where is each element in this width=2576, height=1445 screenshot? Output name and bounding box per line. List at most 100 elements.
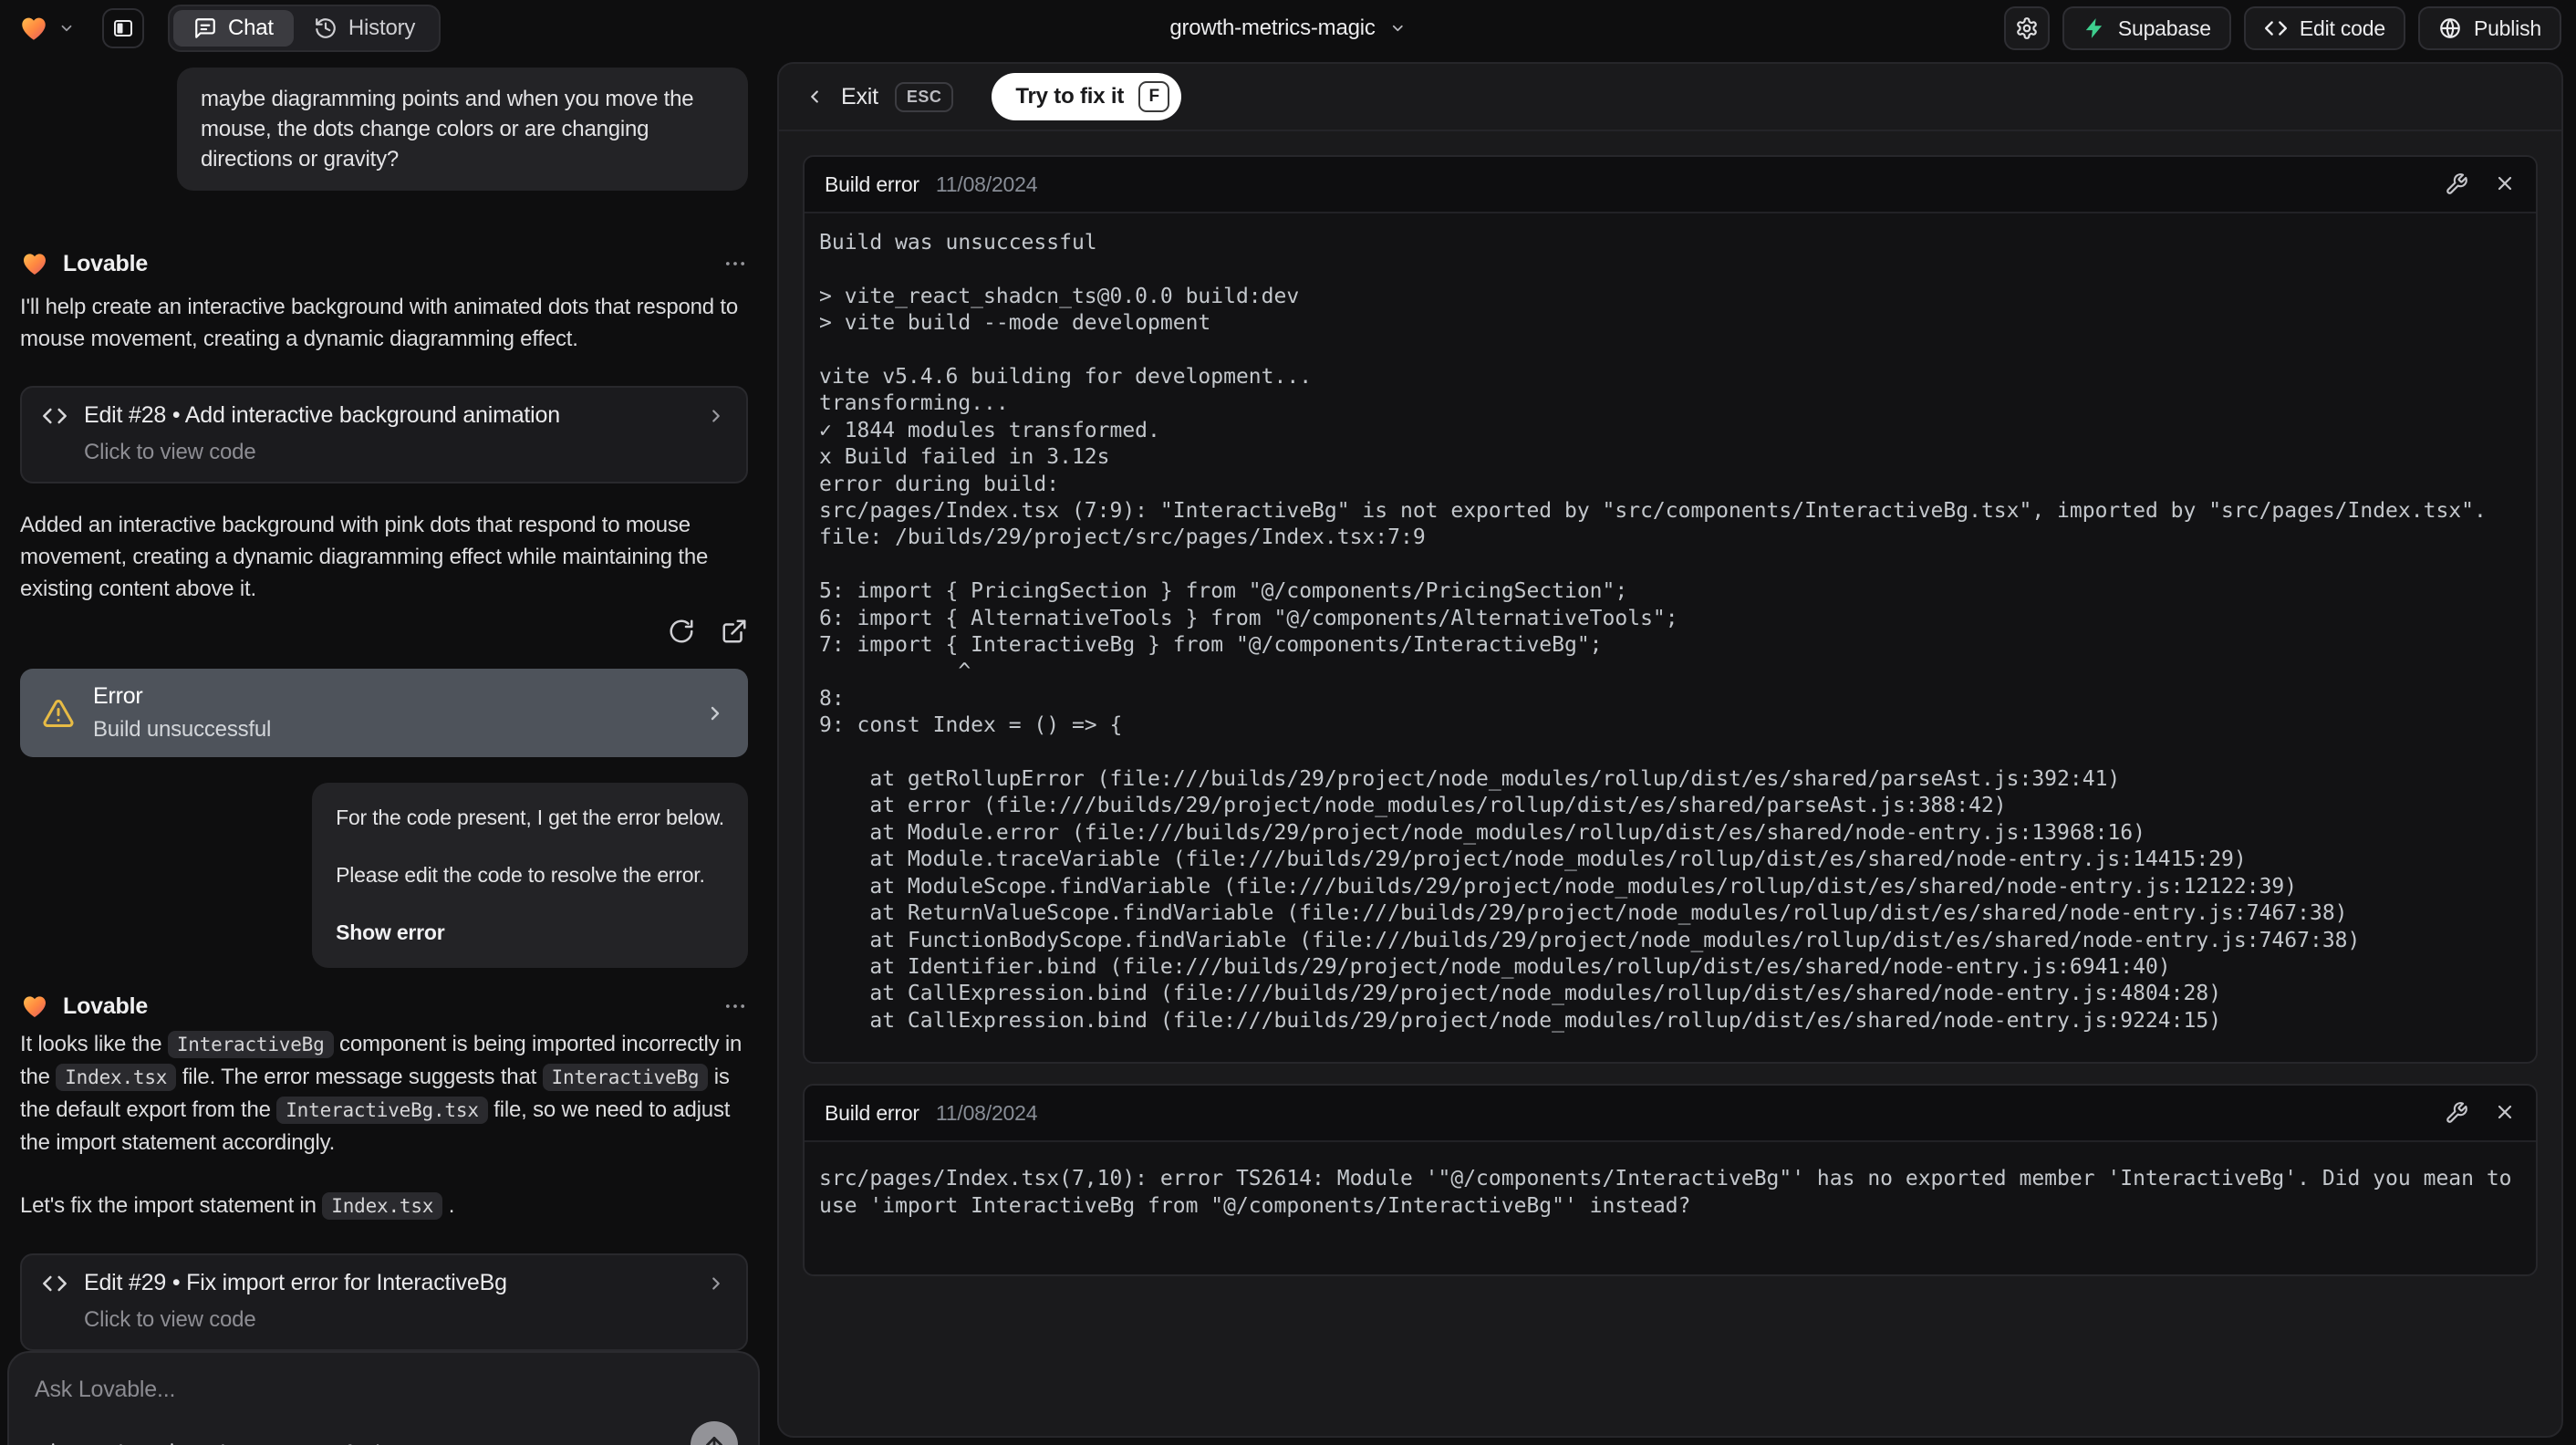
console-line: vite v5.4.6 building for development...	[819, 365, 1313, 389]
console-line: > vite build --mode development	[819, 311, 1211, 336]
error-viewer-panel: Exit ESC Try to fix it F Build error 11/…	[777, 62, 2563, 1438]
mode-select[interactable]: Default	[283, 1441, 410, 1445]
fix-error-button[interactable]	[2445, 1101, 2468, 1125]
publish-button[interactable]: Publish	[2417, 6, 2561, 50]
edit-card-28[interactable]: Edit #28 • Add interactive background an…	[20, 386, 748, 483]
close-error-button[interactable]	[2494, 172, 2516, 196]
chevron-down-icon	[61, 25, 72, 32]
chat-panel: maybe diagramming points and when you mo…	[0, 57, 775, 1445]
restore-button[interactable]	[668, 618, 695, 645]
edit-card-subtitle: Click to view code	[84, 1307, 256, 1332]
edit-card-29[interactable]: Edit #29 • Fix import error for Interact…	[20, 1253, 748, 1351]
arrow-up-icon	[706, 1437, 722, 1445]
close-error-button[interactable]	[2494, 1101, 2516, 1125]
tab-history[interactable]: History	[294, 10, 435, 47]
chevron-left-icon	[811, 90, 818, 103]
ellipsis-icon	[725, 262, 745, 265]
build-error-date: 11/08/2024	[935, 1100, 1038, 1125]
show-error-link[interactable]: Show error	[336, 918, 724, 948]
lovable-heart-icon	[22, 17, 46, 40]
composer-input[interactable]: Ask Lovable...	[35, 1377, 732, 1403]
assistant-intro-text: I'll help create an interactive backgrou…	[20, 295, 738, 351]
user-error-line-2: Please edit the code to resolve the erro…	[336, 863, 705, 887]
top-bar: Chat History growth-metrics-magic Supaba…	[0, 0, 2576, 57]
edit-code-button[interactable]: Edit code	[2243, 6, 2405, 50]
attach-button[interactable]: Attach	[35, 1441, 130, 1445]
fix-error-button[interactable]	[2445, 172, 2468, 196]
inline-code: InteractiveBg.tsx	[276, 1097, 488, 1124]
edit-code-label: Edit code	[2299, 16, 2385, 40]
inline-code: InteractiveBg	[167, 1031, 334, 1058]
console-line: at Identifier.bind (file:///builds/29/pr…	[819, 954, 2171, 979]
assistant-message-header: Lovable	[20, 249, 748, 278]
console-line: at CallExpression.bind (file:///builds/2…	[819, 982, 2222, 1006]
settings-button[interactable]	[2003, 6, 2050, 50]
exit-button[interactable]: Exit ESC	[805, 81, 954, 112]
text-segment: It looks like the	[20, 1032, 168, 1056]
console-line: at FunctionBodyScope.findVariable (file:…	[819, 928, 2361, 952]
user-error-line-1: For the code present, I get the error be…	[336, 806, 724, 829]
f-key-badge: F	[1138, 81, 1170, 112]
console-line: at getRollupError (file:///builds/29/pro…	[819, 767, 2121, 792]
tab-chat[interactable]: Chat	[173, 10, 294, 47]
try-to-fix-button[interactable]: Try to fix it F	[992, 73, 1182, 120]
console-line: > vite_react_shadcn_ts@0.0.0 build:dev	[819, 284, 1300, 308]
code-brackets-icon	[2264, 21, 2287, 36]
open-preview-button[interactable]	[721, 618, 748, 645]
text-segment: file. The error message suggests that	[176, 1065, 543, 1089]
supabase-button[interactable]: Supabase	[2062, 6, 2231, 50]
globe-icon	[2440, 18, 2460, 38]
build-error-console: src/pages/Index.tsx(7,10): error TS2614:…	[805, 1142, 2536, 1274]
close-icon	[2498, 176, 2512, 191]
console-line: at Module.error (file:///builds/29/proje…	[819, 820, 2145, 845]
sliders-icon	[283, 1442, 307, 1445]
select-label: Select	[194, 1441, 254, 1445]
supabase-bolt-icon	[2085, 18, 2102, 38]
build-error-block-1: Build error 11/08/2024 Build was unsucce…	[803, 155, 2538, 1065]
chevron-right-icon	[712, 409, 720, 422]
warning-triangle-icon	[43, 699, 74, 727]
console-line: file: /builds/29/project/src/pages/Index…	[819, 525, 1426, 550]
build-error-title: Build error	[825, 1100, 919, 1125]
chevron-right-icon	[711, 706, 720, 720]
publish-label: Publish	[2473, 16, 2541, 40]
build-error-console: Build was unsuccessful > vite_react_shadc…	[805, 213, 2536, 1062]
chat-composer[interactable]: Ask Lovable... Attach Select Default	[7, 1351, 760, 1445]
build-error-title: Build error	[825, 172, 919, 196]
code-brackets-icon	[43, 408, 67, 423]
lovable-logo-menu[interactable]	[18, 13, 75, 44]
tab-chat-label: Chat	[228, 16, 274, 40]
lovable-heart-icon	[24, 996, 46, 1017]
message-menu-button[interactable]	[722, 993, 748, 1019]
text-segment: .	[442, 1193, 455, 1218]
inline-code: Index.tsx	[322, 1192, 443, 1220]
build-error-card[interactable]: Error Build unsuccessful	[20, 669, 748, 757]
sidebar-toggle-button[interactable]	[102, 8, 144, 48]
console-line: 9: const Index = () => {	[819, 713, 1123, 738]
external-link-icon	[722, 619, 746, 643]
chevron-down-icon	[1393, 25, 1404, 32]
console-line: Build was unsuccessful	[819, 231, 1097, 255]
text-segment: Let's fix the import statement in	[20, 1193, 323, 1218]
edit-card-title: Edit #29 • Fix import error for Interact…	[84, 1270, 507, 1295]
project-switcher[interactable]: growth-metrics-magic	[1169, 16, 1406, 41]
console-line: ✓ 1844 modules transformed.	[819, 418, 1160, 442]
lovable-heart-icon	[24, 254, 46, 275]
message-menu-button[interactable]	[722, 251, 748, 276]
history-icon	[316, 18, 336, 38]
ellipsis-icon	[725, 1004, 745, 1008]
user-message: For the code present, I get the error be…	[312, 783, 748, 968]
console-line: at Module.traceVariable (file:///builds/…	[819, 847, 2247, 872]
attach-image-icon	[52, 1442, 55, 1445]
try-to-fix-label: Try to fix it	[1015, 84, 1125, 109]
console-line: src/pages/Index.tsx (7:9): "InteractiveB…	[819, 499, 2487, 524]
console-line: at ModuleScope.findVariable (file:///bui…	[819, 874, 2298, 899]
panel-left-icon	[114, 20, 132, 36]
send-button[interactable]	[691, 1421, 738, 1445]
select-button[interactable]: Select	[160, 1441, 254, 1445]
console-line: transforming...	[819, 391, 1009, 416]
select-target-icon	[171, 1442, 173, 1445]
